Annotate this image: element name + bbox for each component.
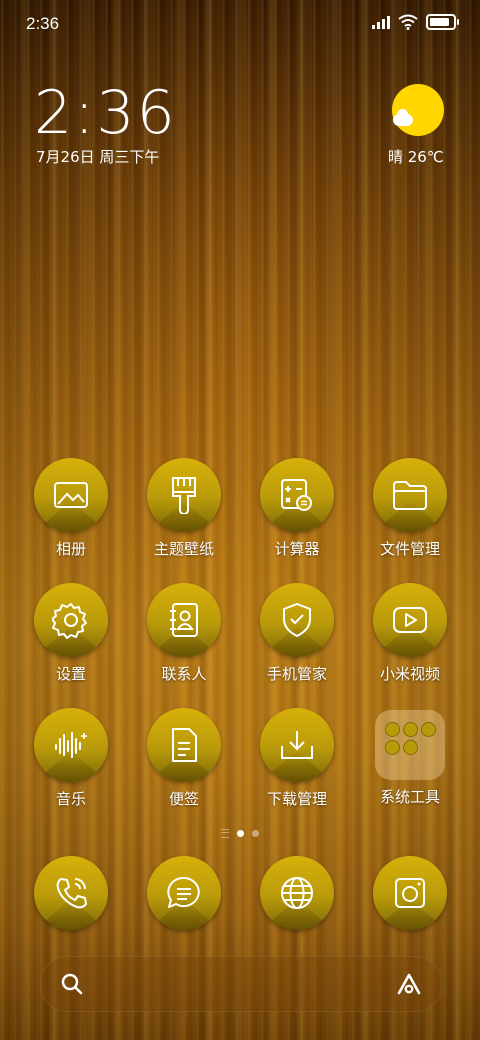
app-contacts[interactable]: 联系人 [129, 583, 239, 684]
app-file-manager[interactable]: 文件管理 [355, 458, 465, 559]
app-label: 下载管理 [266, 790, 327, 808]
folder-group-icon [375, 710, 445, 780]
app-calculator[interactable]: 计算器 [242, 458, 352, 559]
app-security[interactable]: 手机管家 [242, 583, 352, 684]
app-music[interactable]: 音乐 [16, 708, 126, 809]
folder-system-tools[interactable]: 系统工具 [355, 708, 465, 807]
dock-phone[interactable] [16, 856, 126, 930]
clock-widget-date[interactable]: 7月26日 周三下午 [36, 146, 159, 167]
gear-icon [34, 583, 108, 657]
camera-icon [373, 856, 447, 930]
clock-widget-time[interactable]: 2:36 [34, 78, 177, 148]
status-time: 2:36 [26, 14, 60, 33]
app-label: 系统工具 [379, 788, 440, 806]
page-dot-active [237, 830, 244, 837]
calculator-icon [260, 458, 334, 532]
wifi-icon [398, 14, 418, 30]
status-bar: 2:36 [0, 0, 480, 48]
signal-icon [372, 15, 390, 29]
app-label: 联系人 [161, 665, 207, 683]
app-label: 便签 [168, 790, 199, 808]
app-settings[interactable]: 设置 [16, 583, 126, 684]
contacts-icon [147, 583, 221, 657]
assistant-a-icon[interactable] [395, 971, 423, 997]
app-label: 文件管理 [379, 540, 440, 558]
app-label: 音乐 [55, 790, 86, 808]
search-icon[interactable] [60, 972, 84, 996]
app-label: 小米视频 [379, 665, 440, 683]
app-label: 计算器 [274, 540, 320, 558]
download-icon [260, 708, 334, 782]
page-indicator[interactable] [0, 829, 480, 838]
search-bar[interactable] [40, 956, 442, 1012]
paintbrush-icon [147, 458, 221, 532]
phone-icon [34, 856, 108, 930]
weather-cloud-icon [393, 109, 413, 126]
page-list-icon [221, 829, 229, 838]
app-gallery[interactable]: 相册 [16, 458, 126, 559]
video-play-icon [373, 583, 447, 657]
page-dot [252, 830, 259, 837]
message-icon [147, 856, 221, 930]
app-themes[interactable]: 主题壁纸 [129, 458, 239, 559]
dock-browser[interactable] [242, 856, 352, 930]
app-label: 主题壁纸 [153, 540, 214, 558]
music-wave-icon [34, 708, 108, 782]
battery-icon [426, 14, 459, 30]
browser-globe-icon [260, 856, 334, 930]
app-label: 设置 [55, 665, 86, 683]
dock-camera[interactable] [355, 856, 465, 930]
app-label: 相册 [55, 540, 86, 558]
notes-icon [147, 708, 221, 782]
app-notes[interactable]: 便签 [129, 708, 239, 809]
gallery-icon [34, 458, 108, 532]
dock-messages[interactable] [129, 856, 239, 930]
app-downloads[interactable]: 下载管理 [242, 708, 352, 809]
weather-text[interactable]: 晴 26℃ [388, 146, 444, 167]
shield-check-icon [260, 583, 334, 657]
status-icons [372, 14, 459, 30]
app-label: 手机管家 [266, 665, 327, 683]
folder-icon [373, 458, 447, 532]
app-mi-video[interactable]: 小米视频 [355, 583, 465, 684]
